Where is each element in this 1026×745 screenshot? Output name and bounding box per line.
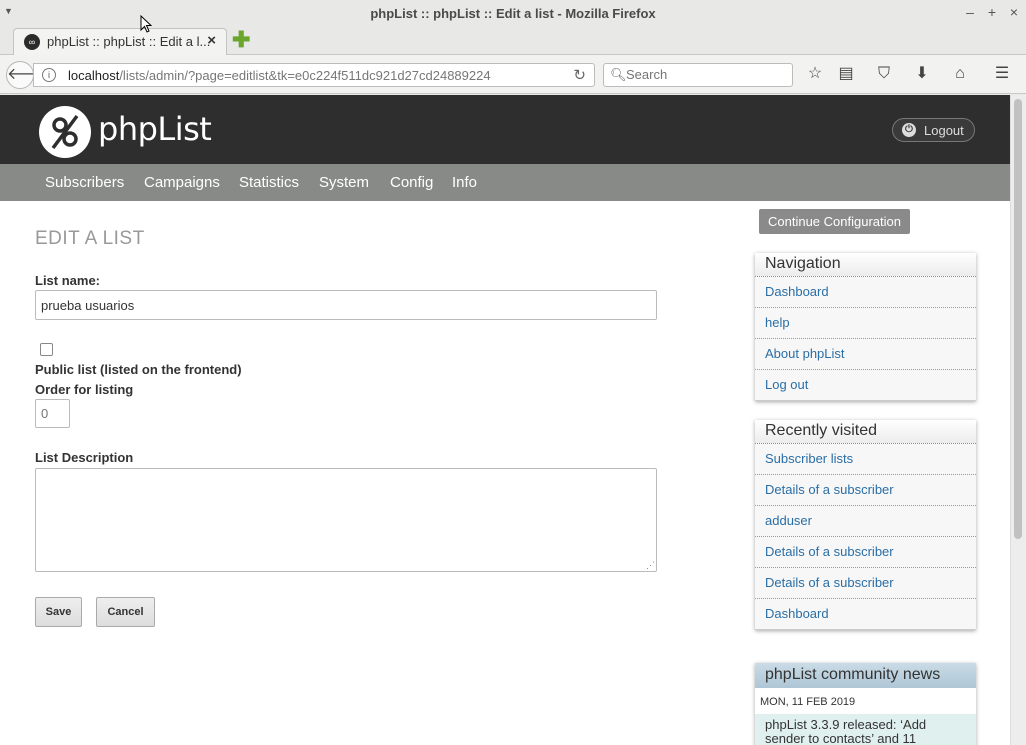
close-window-button[interactable]: ×: [1006, 4, 1022, 20]
sidebar-item-about[interactable]: About phpList: [755, 339, 976, 370]
recently-visited-panel: Recently visited Subscriber lists Detail…: [755, 420, 976, 630]
navigation-panel: Navigation Dashboard help About phpList …: [755, 253, 976, 401]
url-text[interactable]: localhost/lists/admin/?page=editlist&tk=…: [68, 68, 491, 83]
mouse-cursor-icon: [140, 15, 152, 33]
recently-visited-title: Recently visited: [755, 420, 976, 444]
reading-list-icon[interactable]: ▤: [836, 64, 856, 84]
news-headline[interactable]: phpList 3.3.9 released: ‘Add sender to c…: [755, 714, 976, 745]
navigation-toolbar: 🡐 i localhost/lists/admin/?page=editlist…: [0, 55, 1026, 94]
community-news-panel: phpList community news MON, 11 FEB 2019 …: [755, 663, 976, 745]
scrollbar-thumb[interactable]: [1014, 99, 1022, 539]
navigation-panel-title: Navigation: [755, 253, 976, 277]
recent-item[interactable]: Details of a subscriber: [755, 475, 976, 506]
pocket-icon[interactable]: ⛉: [874, 64, 894, 84]
tab-title: phpList :: phpList :: Edit a l...: [47, 34, 211, 49]
reload-icon[interactable]: ↻: [573, 66, 586, 84]
site-header: phpList ⏻ Logout: [0, 95, 1010, 164]
nav-system[interactable]: System: [319, 174, 369, 191]
recent-item[interactable]: Details of a subscriber: [755, 537, 976, 568]
maximize-button[interactable]: +: [984, 4, 1000, 20]
nav-statistics[interactable]: Statistics: [239, 174, 299, 191]
phplist-favicon-icon: ∞: [24, 34, 40, 50]
phplist-logo-icon[interactable]: [39, 106, 91, 158]
public-list-checkbox[interactable]: [40, 343, 53, 356]
recent-item[interactable]: Subscriber lists: [755, 444, 976, 475]
page-title: EDIT A LIST: [35, 228, 145, 249]
tab-phplist[interactable]: ∞ phpList :: phpList :: Edit a l... ×: [13, 28, 227, 55]
order-label: Order for listing: [35, 382, 134, 397]
news-date: MON, 11 FEB 2019: [755, 689, 976, 714]
new-tab-icon[interactable]: ✚: [232, 29, 252, 51]
list-name-input[interactable]: [35, 290, 657, 320]
main-navigation: Subscribers Campaigns Statistics System …: [0, 164, 1010, 201]
url-bar[interactable]: i localhost/lists/admin/?page=editlist&t…: [33, 63, 595, 87]
nav-info[interactable]: Info: [452, 174, 477, 191]
nav-subscribers[interactable]: Subscribers: [45, 174, 124, 191]
save-button[interactable]: Save: [35, 597, 82, 627]
sidebar-item-logout[interactable]: Log out: [755, 370, 976, 401]
home-icon[interactable]: ⌂: [950, 64, 970, 84]
logout-button[interactable]: ⏻ Logout: [892, 118, 975, 142]
window-titlebar: ▼ phpList :: phpList :: Edit a list - Mo…: [0, 0, 1026, 28]
search-bar[interactable]: 🔍︎: [603, 63, 793, 87]
minimize-button[interactable]: –: [962, 4, 978, 20]
search-input[interactable]: [626, 67, 786, 82]
page-content: phpList ⏻ Logout Subscribers Campaigns S…: [0, 95, 1010, 745]
tab-bar: ∞ phpList :: phpList :: Edit a l... × ✚: [0, 28, 1026, 55]
cancel-button[interactable]: Cancel: [96, 597, 155, 627]
power-icon: ⏻: [902, 123, 916, 137]
continue-configuration-button[interactable]: Continue Configuration: [759, 209, 910, 234]
url-path: /lists/admin/?page=editlist&tk=e0c224f51…: [119, 68, 491, 83]
nav-campaigns[interactable]: Campaigns: [144, 174, 220, 191]
community-news-title: phpList community news: [755, 663, 976, 689]
hamburger-menu-icon[interactable]: ☰: [992, 64, 1012, 84]
resize-grip-icon[interactable]: ⋰: [646, 561, 655, 570]
url-host: localhost: [68, 68, 120, 83]
page-scrollbar[interactable]: [1010, 95, 1026, 745]
site-info-icon[interactable]: i: [42, 68, 56, 82]
back-button[interactable]: 🡐: [6, 61, 50, 89]
search-icon: 🔍︎: [610, 67, 627, 82]
recent-item[interactable]: Dashboard: [755, 599, 976, 630]
public-list-label: Public list (listed on the frontend): [35, 362, 242, 377]
logout-label: Logout: [924, 123, 964, 138]
window-title: phpList :: phpList :: Edit a list - Mozi…: [370, 6, 656, 21]
order-input[interactable]: [35, 399, 70, 428]
description-label: List Description: [35, 450, 134, 465]
sidebar-item-help[interactable]: help: [755, 308, 976, 339]
description-textarea[interactable]: [35, 468, 657, 572]
recent-item[interactable]: adduser: [755, 506, 976, 537]
list-name-label: List name:: [35, 273, 101, 288]
logo-text[interactable]: phpList: [98, 110, 212, 148]
recent-item[interactable]: Details of a subscriber: [755, 568, 976, 599]
bookmark-star-icon[interactable]: ☆: [805, 64, 825, 84]
sidebar-item-dashboard[interactable]: Dashboard: [755, 277, 976, 308]
downloads-icon[interactable]: ⬇: [912, 64, 932, 84]
nav-config[interactable]: Config: [390, 174, 433, 191]
tab-close-icon[interactable]: ×: [207, 32, 216, 49]
